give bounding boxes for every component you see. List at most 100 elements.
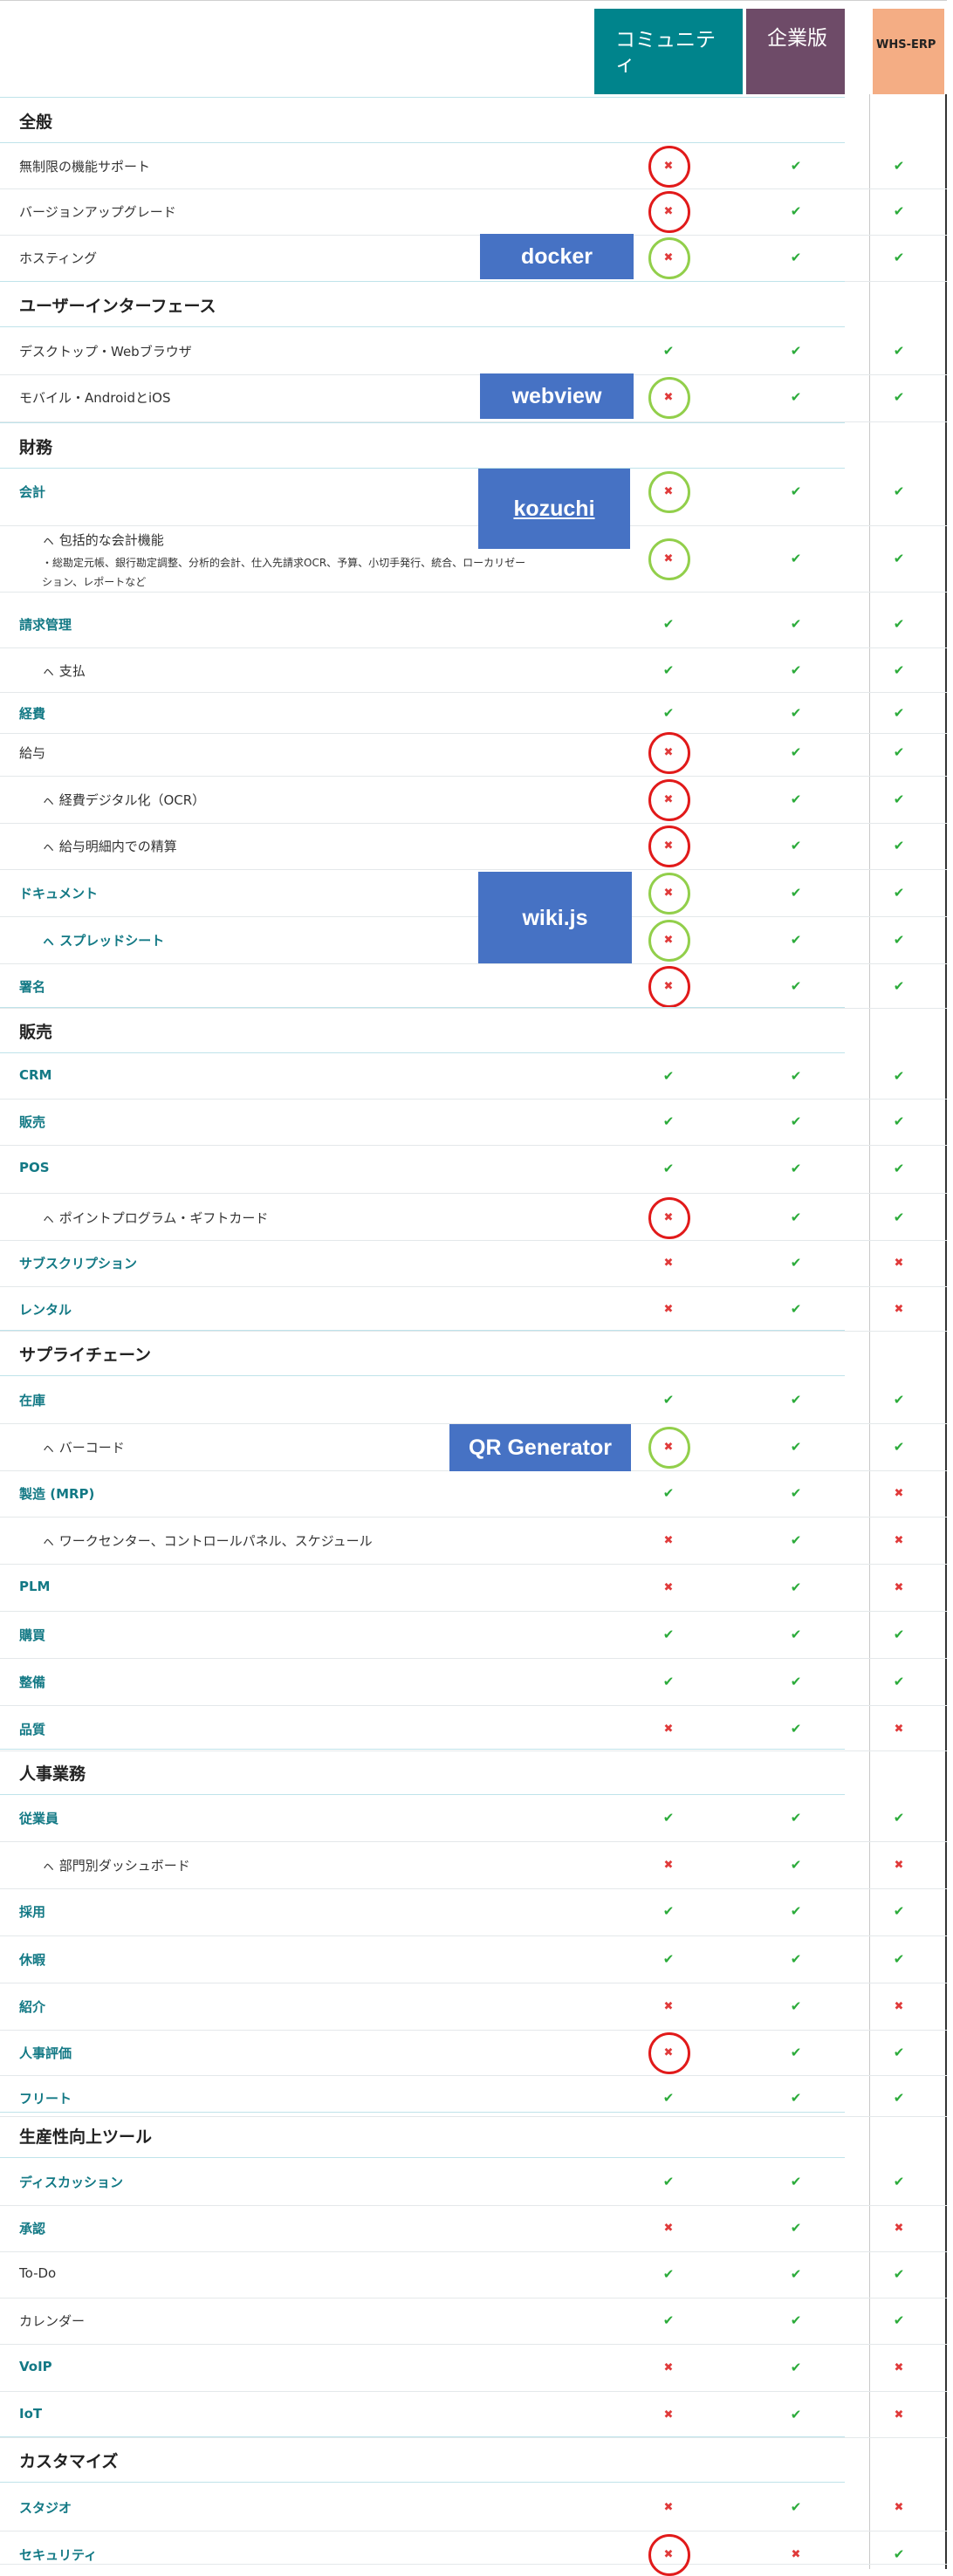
- feature-link[interactable]: サブスクリプション: [19, 1254, 137, 1272]
- cross-icon: ✖: [894, 2360, 904, 2374]
- feature-link[interactable]: レンタル: [19, 1300, 72, 1319]
- feature-link[interactable]: 従業員: [19, 1809, 58, 1827]
- check-icon: ✔: [790, 1209, 802, 1225]
- check-icon: ✔: [790, 1301, 802, 1317]
- feature-link[interactable]: 採用: [19, 1902, 45, 1921]
- feature-link[interactable]: フリート: [19, 2089, 72, 2107]
- section-underline: [0, 468, 845, 469]
- section-overline: [0, 2436, 845, 2437]
- feature-note-line: ・総勘定元帳、銀行勘定調整、分析的会計、仕入先請求OCR、予算、小切手発行、統合…: [42, 557, 526, 569]
- green-circle-highlight: [648, 237, 690, 279]
- red-circle-highlight: [648, 191, 690, 233]
- cross-icon: ✖: [894, 1533, 904, 1547]
- check-icon: ✔: [790, 1068, 802, 1084]
- check-icon: ✔: [790, 343, 802, 359]
- check-icon: ✔: [893, 2174, 905, 2189]
- feature-link[interactable]: 品質: [19, 1720, 45, 1738]
- section-title: 財務: [19, 438, 53, 457]
- cross-icon: ✖: [894, 2221, 904, 2235]
- section-underline: [0, 326, 845, 327]
- check-icon: ✔: [893, 1627, 905, 1642]
- row-separator: [0, 1611, 947, 1612]
- feature-link[interactable]: 署名: [19, 977, 45, 996]
- check-icon: ✔: [790, 1721, 802, 1737]
- feature-link[interactable]: VoIP: [19, 2359, 52, 2374]
- feature-link[interactable]: 整備: [19, 1673, 45, 1691]
- check-icon: ✔: [790, 744, 802, 760]
- check-icon: ✔: [662, 2266, 675, 2282]
- feature-link[interactable]: スタジオ: [19, 2498, 72, 2517]
- check-icon: ✔: [790, 838, 802, 853]
- row-separator: [0, 2116, 947, 2117]
- cross-icon: ✖: [663, 1256, 674, 1270]
- feature-label: ㇸ ポイントプログラム・ギフトカード: [42, 1210, 269, 1226]
- check-icon: ✔: [893, 705, 905, 721]
- check-icon: ✔: [790, 1903, 802, 1919]
- feature-link[interactable]: POS: [19, 1160, 50, 1175]
- check-icon: ✔: [662, 343, 675, 359]
- check-icon: ✔: [893, 1161, 905, 1176]
- feature-link[interactable]: 紹介: [19, 1997, 45, 2016]
- row-separator: [0, 2344, 947, 2345]
- check-icon: ✔: [893, 483, 905, 499]
- red-circle-highlight: [648, 2032, 690, 2074]
- check-icon: ✔: [893, 885, 905, 901]
- feature-label: ㇸ 経費デジタル化（OCR）: [42, 792, 206, 808]
- check-icon: ✔: [893, 158, 905, 174]
- feature-note: ・総勘定元帳、銀行勘定調整、分析的会計、仕入先請求OCR、予算、小切手発行、統合…: [42, 553, 525, 592]
- feature-link[interactable]: 請求管理: [19, 615, 72, 634]
- feature-link[interactable]: 会計: [19, 483, 45, 501]
- check-icon: ✔: [662, 1161, 675, 1176]
- feature-link[interactable]: IoT: [19, 2406, 42, 2422]
- feature-link[interactable]: PLM: [19, 1579, 50, 1594]
- feature-link[interactable]: 承認: [19, 2219, 45, 2237]
- feature-link[interactable]: ㇸ スプレッドシート: [42, 931, 164, 949]
- check-icon: ✔: [790, 1998, 802, 2014]
- check-icon: ✔: [662, 1627, 675, 1642]
- replacement-tool-label: webview: [480, 373, 634, 419]
- section-underline: [0, 2482, 845, 2483]
- row-separator: [0, 733, 947, 734]
- cross-icon: ✖: [663, 1722, 674, 1736]
- feature-link[interactable]: 経費: [19, 704, 45, 723]
- check-icon: ✔: [790, 1439, 802, 1455]
- check-icon: ✔: [662, 1903, 675, 1919]
- row-separator: [0, 1888, 947, 1889]
- feature-link[interactable]: 製造 (MRP): [19, 1484, 94, 1503]
- check-icon: ✔: [893, 1810, 905, 1826]
- row-separator: [0, 1008, 947, 1009]
- row-separator: [0, 1705, 947, 1706]
- feature-link[interactable]: CRM: [19, 1067, 52, 1083]
- cross-icon: ✖: [663, 1580, 674, 1594]
- row-separator: [0, 1517, 947, 1518]
- check-icon: ✔: [790, 1255, 802, 1271]
- feature-link[interactable]: 購買: [19, 1626, 45, 1644]
- feature-link[interactable]: ディスカッション: [19, 2173, 123, 2191]
- row-separator: [0, 692, 947, 693]
- check-icon: ✔: [893, 616, 905, 632]
- check-icon: ✔: [790, 2312, 802, 2328]
- check-icon: ✔: [790, 2407, 802, 2422]
- feature-link[interactable]: ドキュメント: [19, 884, 98, 902]
- feature-link[interactable]: 人事評価: [19, 2044, 72, 2062]
- check-icon: ✔: [662, 662, 675, 678]
- row-separator: [0, 1750, 947, 1751]
- cross-icon: ✖: [894, 2500, 904, 2514]
- cross-icon: ✖: [894, 1722, 904, 1736]
- column-divider-right: [945, 94, 947, 2569]
- feature-link[interactable]: セキュリティ: [19, 2545, 97, 2564]
- check-icon: ✔: [893, 1674, 905, 1689]
- replacement-tool-label: wiki.js: [478, 872, 632, 964]
- section-overline: [0, 422, 845, 423]
- feature-label: ㇸ ワークセンター、コントロールパネル、スケジュール: [42, 1533, 373, 1549]
- feature-link[interactable]: 販売: [19, 1113, 45, 1131]
- section-underline: [0, 2157, 845, 2158]
- check-icon: ✔: [790, 483, 802, 499]
- check-icon: ✔: [893, 2266, 905, 2282]
- row-separator: [0, 1286, 947, 1287]
- check-icon: ✔: [893, 1903, 905, 1919]
- feature-link[interactable]: 休暇: [19, 1950, 45, 1969]
- red-circle-highlight: [648, 732, 690, 774]
- feature-link[interactable]: 在庫: [19, 1391, 45, 1409]
- check-icon: ✔: [662, 1113, 675, 1129]
